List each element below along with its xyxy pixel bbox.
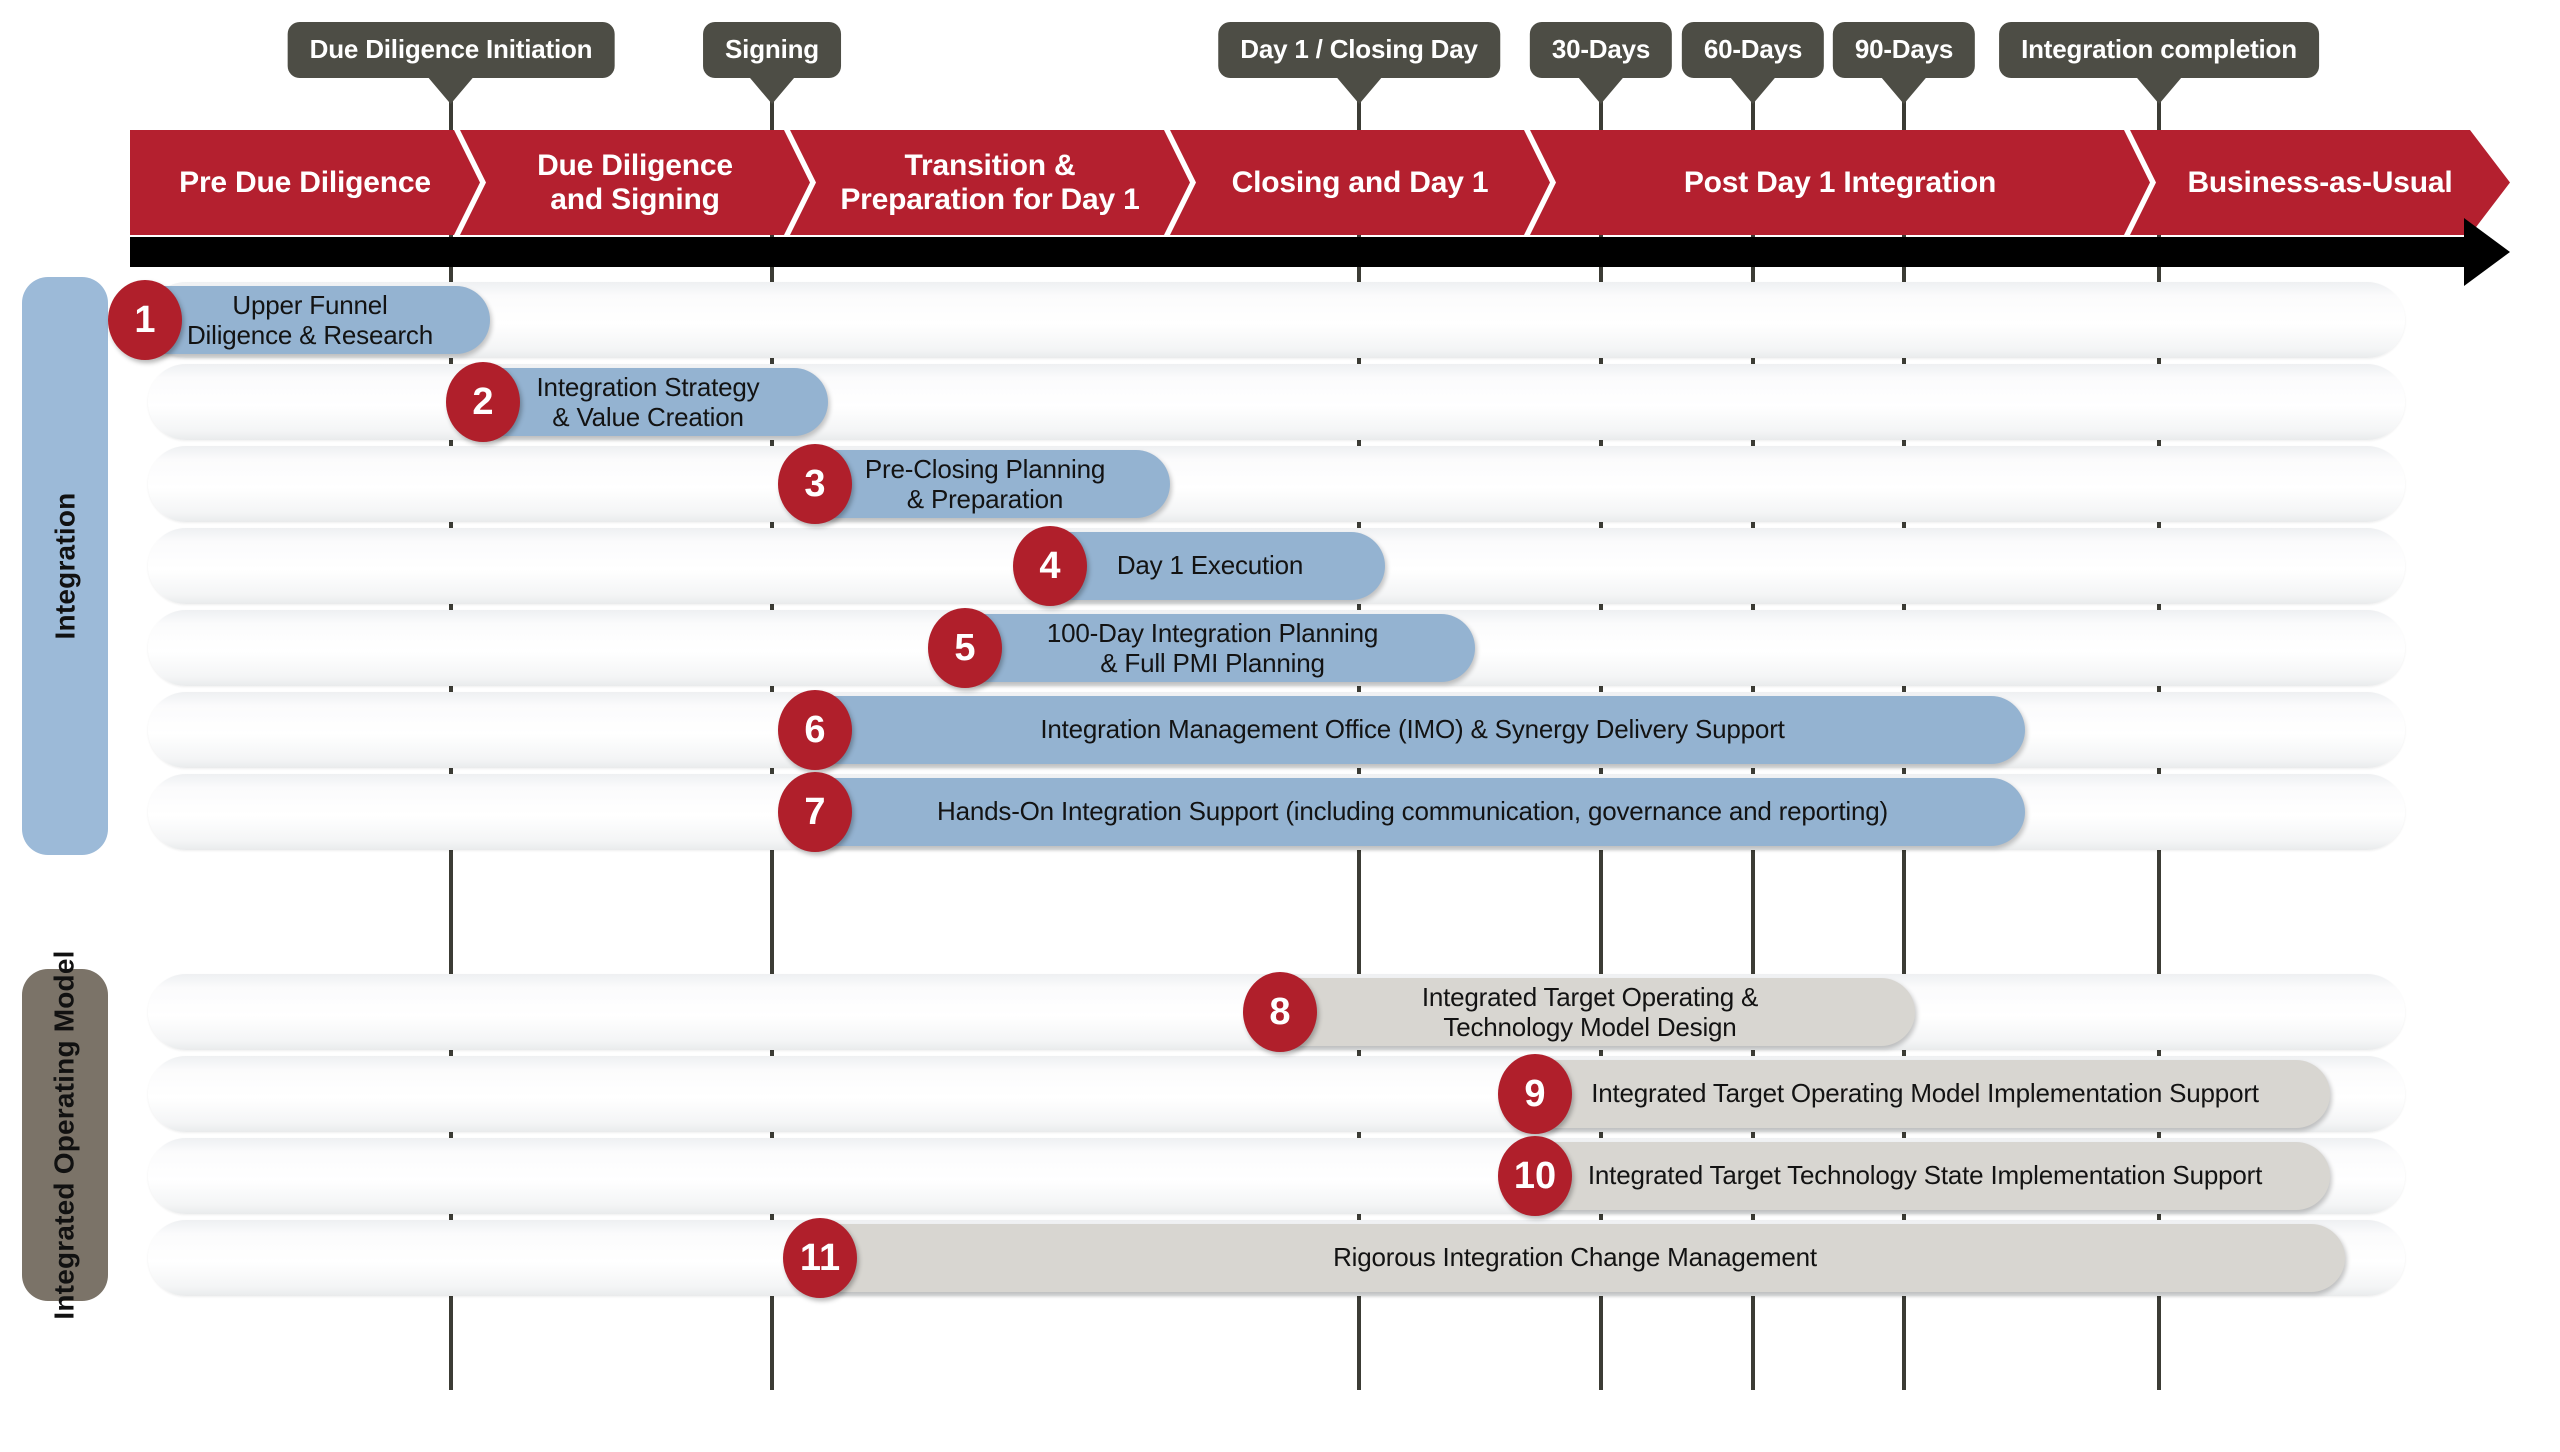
milestone-label: Integration completion	[1999, 22, 2319, 78]
phase-label: Post Day 1 Integration	[1683, 165, 1997, 199]
task-label: Day 1 Execution	[1116, 550, 1304, 581]
task-bar-8[interactable]: 8 Integrated Target Operating & Technology…	[1243, 972, 1915, 1052]
phase-6[interactable]: Business-as-Usual	[2130, 130, 2510, 235]
task-number-badge: 2	[446, 362, 520, 442]
task-bar-10[interactable]: 10 Integrated Target Technology State Imp…	[1498, 1136, 2330, 1216]
phase-label: Pre Due Diligence	[179, 165, 431, 199]
milestone-label: Signing	[703, 22, 841, 78]
task-bar-6[interactable]: 6 Integration Management Office (IMO) & S…	[778, 690, 2025, 770]
milestone-pointer-icon	[1337, 78, 1381, 104]
phase-3[interactable]: Transition & Preparation for Day 1	[790, 130, 1190, 235]
phase-chevron-bar: Pre Due Diligence Due Diligence and Signin…	[0, 130, 2560, 235]
group-tab-label: Integration	[49, 492, 80, 640]
milestone-4[interactable]: 30-Days	[1529, 22, 1673, 104]
milestone-label: Day 1 / Closing Day	[1218, 22, 1500, 78]
task-bar-9[interactable]: 9 Integrated Target Operating Model Imple…	[1498, 1054, 2330, 1134]
phase-5[interactable]: Post Day 1 Integration	[1530, 130, 2150, 235]
task-number-badge: 6	[778, 690, 852, 770]
phase-label: Transition & Preparation for Day 1	[840, 148, 1140, 216]
phase-4[interactable]: Closing and Day 1	[1170, 130, 1550, 235]
task-number-badge: 9	[1498, 1054, 1572, 1134]
task-number-badge: 5	[928, 608, 1002, 688]
task-label: Rigorous Integration Change Management	[1333, 1242, 1817, 1273]
task-number-badge: 11	[783, 1218, 857, 1298]
task-bar-2[interactable]: 2 Integration Strategy & Value Creation	[446, 362, 828, 442]
task-number-badge: 4	[1013, 526, 1087, 606]
milestone-5[interactable]: 60-Days	[1681, 22, 1825, 104]
milestone-label: 30-Days	[1529, 22, 1673, 78]
task-bar-1[interactable]: 1 Upper Funnel Diligence & Research	[108, 280, 490, 360]
group-tab-gray: Integrated Operating Model	[22, 950, 108, 1320]
task-bar-4[interactable]: 4 Day 1 Execution	[1013, 526, 1385, 606]
milestone-1[interactable]: Due Diligence Initiation	[287, 22, 615, 104]
task-label: 100-Day Integration Planning & Full PMI P…	[1046, 617, 1379, 678]
milestone-label: 90-Days	[1832, 22, 1976, 78]
task-number-badge: 8	[1243, 972, 1317, 1052]
task-number-badge: 3	[778, 444, 852, 524]
phase-label: Closing and Day 1	[1231, 165, 1489, 199]
task-label: Integrated Target Operating & Technology …	[1421, 981, 1759, 1042]
timeline-arrow	[130, 218, 2510, 286]
group-tab-blue: Integration	[22, 277, 108, 855]
task-label: Hands-On Integration Support (including …	[937, 796, 1888, 827]
phase-1[interactable]: Pre Due Diligence	[130, 130, 480, 235]
task-label: Integrated Target Technology State Imple…	[1587, 1160, 2263, 1191]
phase-label: Business-as-Usual	[2187, 165, 2453, 199]
milestone-pointer-icon	[1579, 78, 1623, 104]
milestone-3[interactable]: Day 1 / Closing Day	[1218, 22, 1500, 104]
task-bar-11[interactable]: 11 Rigorous Integration Change Management	[783, 1218, 2345, 1298]
lane-row	[148, 446, 2405, 522]
phase-label: Due Diligence and Signing	[537, 148, 733, 216]
milestone-pointer-icon	[429, 78, 473, 104]
timeline-arrow-head	[2464, 218, 2510, 286]
task-bar-7[interactable]: 7 Hands-On Integration Support (including…	[778, 772, 2025, 852]
milestone-pointer-icon	[1731, 78, 1775, 104]
milestone-6[interactable]: 90-Days	[1832, 22, 1976, 104]
milestone-label: 60-Days	[1681, 22, 1825, 78]
milestone-label: Due Diligence Initiation	[287, 22, 615, 78]
phase-2[interactable]: Due Diligence and Signing	[460, 130, 810, 235]
timeline-diagram: Due Diligence Initiation Signing Day 1 / C…	[0, 0, 2560, 1452]
milestone-2[interactable]: Signing	[703, 22, 841, 104]
group-tab-label: Integrated Operating Model	[49, 950, 81, 1320]
task-label: Integrated Target Operating Model Implem…	[1591, 1078, 2259, 1109]
task-bar-5[interactable]: 5 100-Day Integration Planning & Full PMI …	[928, 608, 1475, 688]
task-number-badge: 7	[778, 772, 852, 852]
task-label: Upper Funnel Diligence & Research	[186, 289, 433, 350]
task-number-badge: 10	[1498, 1136, 1572, 1216]
timeline-arrow-shaft	[130, 237, 2470, 267]
milestone-pointer-icon	[2136, 78, 2181, 104]
milestone-7[interactable]: Integration completion	[1999, 22, 2319, 104]
task-label: Integration Strategy & Value Creation	[536, 371, 760, 432]
milestone-pointer-icon	[749, 78, 794, 104]
milestone-pointer-icon	[1882, 78, 1926, 104]
task-number-badge: 1	[108, 280, 182, 360]
task-bar-3[interactable]: 3 Pre-Closing Planning & Preparation	[778, 444, 1170, 524]
task-label: Pre-Closing Planning & Preparation	[864, 453, 1106, 514]
task-label: Integration Management Office (IMO) & Sy…	[1040, 714, 1785, 745]
